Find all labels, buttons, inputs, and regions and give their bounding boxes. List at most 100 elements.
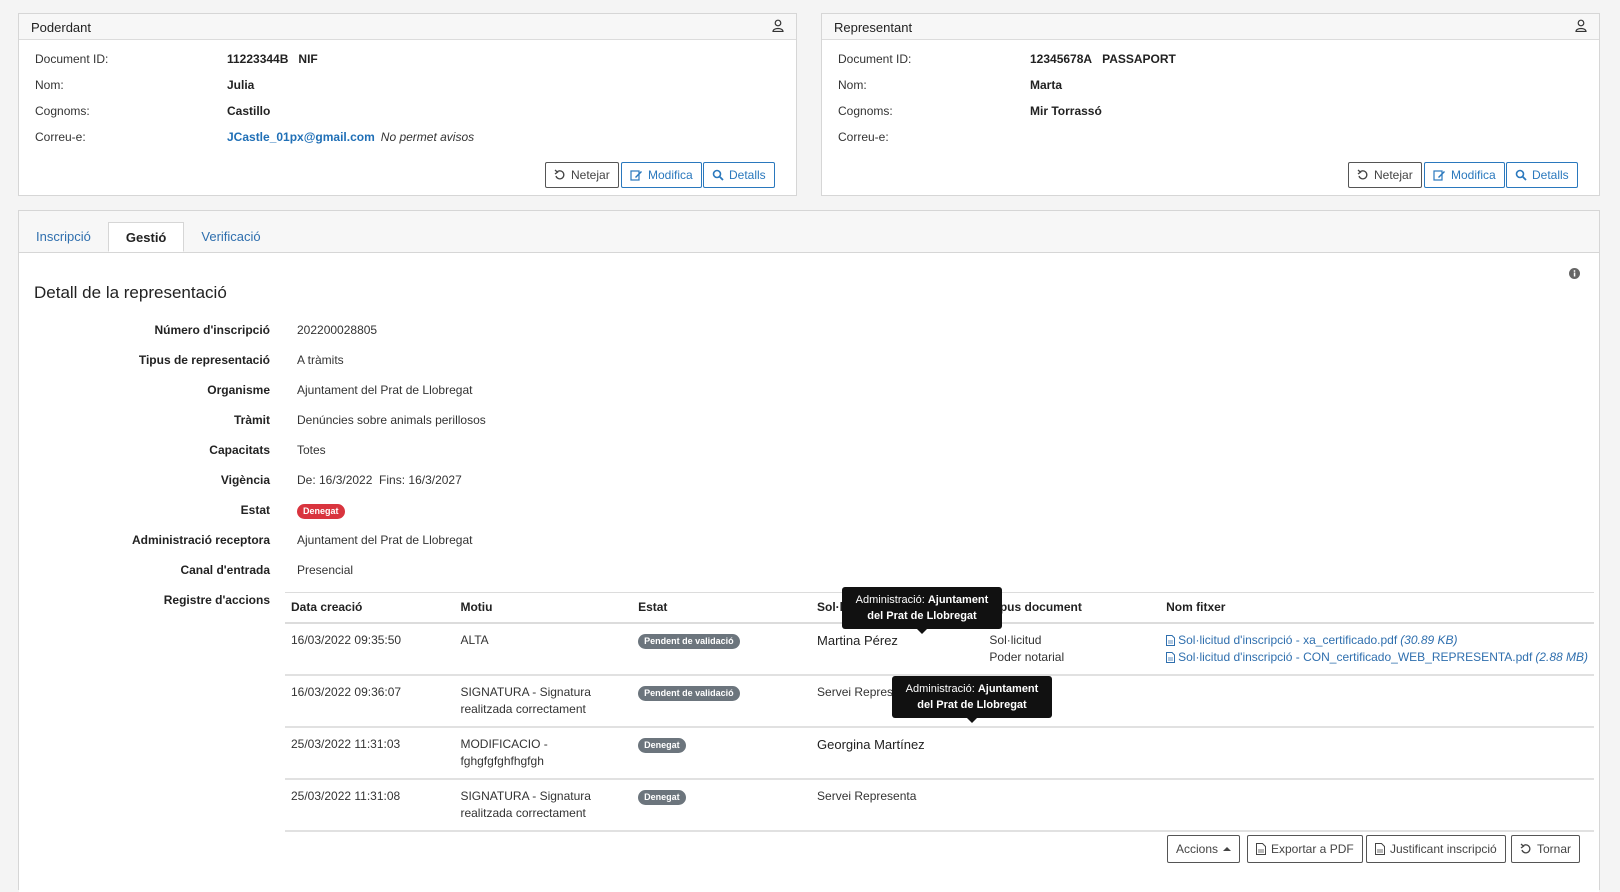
table-row: 25/03/2022 11:31:08 SIGNATURA - Signatur… <box>285 778 1594 832</box>
file-cell <box>1160 726 1594 780</box>
undo-icon <box>1520 843 1531 854</box>
email-note: No permet avisos <box>380 130 475 144</box>
email-label: Correu-e: <box>35 130 86 144</box>
netejar-label: Netejar <box>571 168 610 182</box>
nom-value: Julia <box>227 78 255 92</box>
nom-value: Marta <box>1030 78 1063 92</box>
detail-label: Estat <box>240 503 270 517</box>
detail-label: Tipus de representació <box>138 353 270 367</box>
actor-name[interactable]: Martina Pérez <box>817 633 898 648</box>
detail-label: Organisme <box>207 383 270 397</box>
actor-cell: Servei Representa <box>811 778 984 832</box>
detail-label: Administració receptora <box>131 533 270 547</box>
detail-value: Ajuntament del Prat de Llobregat <box>297 533 473 547</box>
user-icon <box>1575 19 1587 35</box>
detail-row: Estat Denegat <box>0 503 600 523</box>
cognoms-value: Mir Torrassó <box>1030 104 1102 118</box>
status-badge: Pendent de validació <box>638 633 740 649</box>
representant-title: Representant <box>834 20 913 35</box>
representant-panel: Representant Document ID: 12345678A PASS… <box>821 13 1600 196</box>
actor-cell: Georgina Martínez <box>811 726 984 780</box>
date-cell: 16/03/2022 09:35:50 <box>285 622 455 676</box>
user-icon <box>772 19 784 35</box>
file-size: (30.89 KB) <box>1400 632 1458 647</box>
doc-id-type: NIF <box>298 52 318 66</box>
justificant-button[interactable]: Justificant inscripció <box>1366 835 1506 863</box>
tornar-label: Tornar <box>1537 842 1572 856</box>
pdf-file-icon <box>1256 843 1266 855</box>
email-link[interactable]: JCastle_01px@gmail.com <box>227 130 375 144</box>
detail-value: Denúncies sobre animals perillosos <box>297 413 486 427</box>
date-cell: 16/03/2022 09:36:07 <box>285 674 455 728</box>
tooltip-label: Administració: <box>855 594 925 606</box>
column-header: Tipus document <box>983 592 1161 624</box>
justificant-label: Justificant inscripció <box>1390 842 1497 856</box>
edit-icon <box>1433 170 1445 181</box>
doc-id-label: Document ID: <box>838 52 912 66</box>
detalls-button[interactable]: Detalls <box>1506 162 1578 188</box>
tornar-button[interactable]: Tornar <box>1511 835 1581 863</box>
status-badge: Denegat <box>297 504 345 519</box>
file-size: (2.88 MB) <box>1535 649 1588 664</box>
detail-label: Capacitats <box>209 443 270 457</box>
modifica-button[interactable]: Modifica <box>621 162 702 188</box>
exportar-pdf-button[interactable]: Exportar a PDF <box>1247 835 1363 863</box>
file-link[interactable]: Sol·licitud d'inscripció - CON_certifica… <box>1166 649 1588 666</box>
poderdant-title: Poderdant <box>31 20 91 35</box>
search-icon <box>1515 169 1527 181</box>
detail-label: Canal d'entrada <box>180 563 270 577</box>
search-icon <box>712 169 724 181</box>
doc-id-label: Document ID: <box>35 52 109 66</box>
pdf-file-icon <box>1375 843 1385 855</box>
status-badge-wrap: Denegat <box>297 503 345 519</box>
accions-label: Accions <box>1176 842 1219 856</box>
poderdant-header: Poderdant <box>19 14 796 40</box>
file-name: Sol·licitud d'inscripció - xa_certificad… <box>1178 632 1398 647</box>
netejar-label: Netejar <box>1374 168 1413 182</box>
table-row: 25/03/2022 11:31:03 MODIFICACIO - fghgfg… <box>285 726 1594 780</box>
detalls-button[interactable]: Detalls <box>703 162 775 188</box>
motiu-cell: MODIFICACIO - fghgfgfghfhgfgh <box>454 726 633 780</box>
tooltip-label: Administració: <box>905 683 975 695</box>
info-icon[interactable] <box>1569 268 1580 282</box>
tab-gestio[interactable]: Gestió <box>107 222 185 252</box>
undo-icon <box>1357 169 1368 180</box>
modifica-button[interactable]: Modifica <box>1424 162 1505 188</box>
doc-type-cell: Sol·licitud Poder notarial <box>983 622 1161 676</box>
file-name: Sol·licitud d'inscripció - CON_certifica… <box>1178 649 1533 664</box>
email-value: JCastle_01px@gmail.com No permet avisos <box>227 130 474 144</box>
nom-label: Nom: <box>35 78 64 92</box>
detail-row: Número d'inscripció 202200028805 <box>0 323 600 343</box>
doc-id-value: 11223344B NIF <box>227 52 318 66</box>
file-cell <box>1160 674 1594 728</box>
estat-cell: Denegat <box>632 778 812 832</box>
date-cell: 25/03/2022 11:31:03 <box>285 726 455 780</box>
detail-row: Tràmit Denúncies sobre animals perilloso… <box>0 413 600 433</box>
motiu-cell: SIGNATURA - Signatura realitzada correct… <box>454 674 633 728</box>
tab-inscripcio[interactable]: Inscripció <box>19 222 108 252</box>
estat-cell: Denegat <box>632 726 812 780</box>
detail-value: Totes <box>297 443 326 457</box>
netejar-button[interactable]: Netejar <box>545 162 619 188</box>
file-link[interactable]: Sol·licitud d'inscripció - xa_certificad… <box>1166 632 1588 649</box>
status-badge: Denegat <box>638 789 686 805</box>
file-cell <box>1160 778 1594 832</box>
tab-verificacio[interactable]: Verificació <box>184 222 277 252</box>
pdf-file-icon <box>1166 651 1176 663</box>
motiu-cell: SIGNATURA - Signatura realitzada correct… <box>454 778 633 832</box>
file-cell: Sol·licitud d'inscripció - xa_certificad… <box>1160 622 1594 676</box>
table-row: 16/03/2022 09:35:50 ALTA Pendent de vali… <box>285 622 1594 676</box>
accions-dropdown-button[interactable]: Accions <box>1167 835 1241 863</box>
estat-cell: Pendent de validació <box>632 674 812 728</box>
actor-name[interactable]: Georgina Martínez <box>817 737 925 752</box>
caret-up-icon <box>1223 847 1232 851</box>
doc-id-number: 11223344B <box>227 52 289 66</box>
cognoms-label: Cognoms: <box>35 104 90 118</box>
column-header: Data creació <box>285 592 455 624</box>
poderdant-panel: Poderdant Document ID: 11223344B NIF Nom… <box>18 13 797 196</box>
doc-id-number: 12345678A <box>1030 52 1093 66</box>
detail-row: Tipus de representació A tràmits <box>0 353 600 373</box>
detalls-label: Detalls <box>1532 168 1569 182</box>
doc-type: Sol·licitud <box>989 632 1042 647</box>
netejar-button[interactable]: Netejar <box>1348 162 1422 188</box>
